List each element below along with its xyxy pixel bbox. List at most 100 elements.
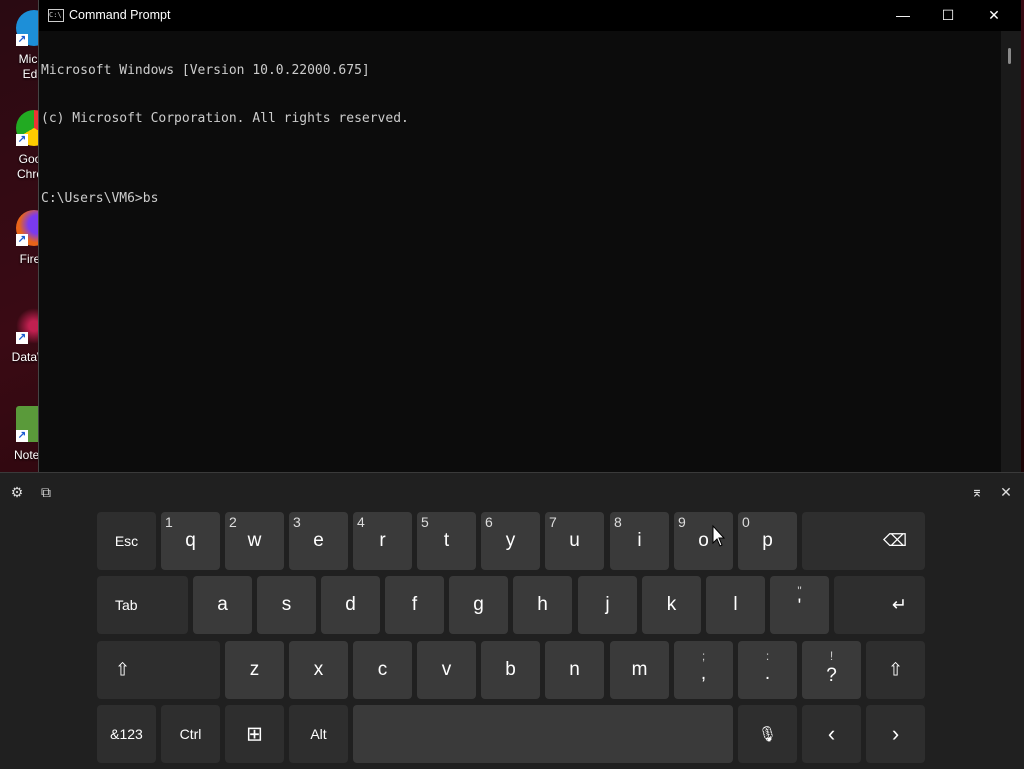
key-r[interactable]: 4r [353,512,412,570]
key-backspace[interactable]: ⌫ [802,512,925,570]
key-g[interactable]: g [449,576,508,634]
command-prompt-window: C:\ Command Prompt — ☐ ✕ Microsoft Windo… [38,0,1021,472]
key-label: s [281,594,292,615]
key-quote[interactable]: " ' [770,576,829,634]
key-label: g [473,594,484,615]
key-e[interactable]: 3e [289,512,348,570]
vertical-scrollbar[interactable] [1001,31,1021,472]
key-s[interactable]: s [257,576,316,634]
key-shift-right[interactable]: ⇧ [866,641,925,699]
title-bar[interactable]: C:\ Command Prompt — ☐ ✕ [39,0,1021,31]
key-label: d [345,594,356,615]
keyboard-close-icon[interactable]: ✕ [995,481,1017,503]
key-label: q [185,530,196,551]
key-num: 6 [485,514,493,530]
minimize-button[interactable]: — [880,0,926,31]
key-shift-left[interactable]: ⇧ [97,641,220,699]
key-arrow-left[interactable]: ‹ [802,705,861,763]
key-num: 1 [165,514,173,530]
key-n[interactable]: n [545,641,604,699]
key-label: a [217,594,228,615]
key-label: r [379,530,386,551]
key-f[interactable]: f [385,576,444,634]
key-ctrl[interactable]: Ctrl [161,705,220,763]
maximize-button[interactable]: ☐ [925,0,971,31]
dock-icon[interactable]: ⧉ [35,481,57,503]
key-i[interactable]: 8i [610,512,669,570]
key-symbols[interactable]: &123 [97,705,156,763]
key-num: 4 [357,514,365,530]
key-label: l [733,594,738,615]
key-a[interactable]: a [193,576,252,634]
shortcut-arrow-icon: ↗ [16,234,28,246]
key-y[interactable]: 6y [481,512,540,570]
key-enter[interactable]: ↵ [834,576,925,634]
key-alt[interactable]: Alt [289,705,348,763]
key-l[interactable]: l [706,576,765,634]
shift-icon: ⇧ [115,659,131,680]
key-label: z [249,659,260,680]
key-t[interactable]: 5t [417,512,476,570]
enter-icon: ↵ [891,594,907,615]
key-u[interactable]: 7u [545,512,604,570]
key-num: 2 [229,514,237,530]
key-arrow-right[interactable]: › [866,705,925,763]
key-label: ? [826,665,837,686]
scrollbar-thumb[interactable] [1008,48,1011,64]
key-windows[interactable]: ⊞ [225,705,284,763]
key-esc[interactable]: Esc [97,512,156,570]
microphone-icon: 🎙 [757,726,778,743]
mouse-cursor-icon [712,524,726,547]
key-num: 8 [614,514,622,530]
pin-icon[interactable]: ⌆ [966,481,988,503]
key-microphone[interactable]: 🎙 [738,705,797,763]
key-v[interactable]: v [417,641,476,699]
key-label: f [411,594,418,615]
shortcut-arrow-icon: ↗ [16,332,28,344]
shortcut-arrow-icon: ↗ [16,430,28,442]
key-label: Ctrl [179,726,202,742]
key-label: c [377,659,388,680]
chevron-left-icon: ‹ [827,721,836,746]
console-output[interactable]: Microsoft Windows [Version 10.0.22000.67… [41,31,1001,239]
cmd-icon: C:\ [48,9,64,22]
key-shift-label: : [765,649,770,663]
shortcut-arrow-icon: ↗ [16,34,28,46]
key-tab[interactable]: Tab [97,576,188,634]
key-x[interactable]: x [289,641,348,699]
key-q[interactable]: 1q [161,512,220,570]
key-period[interactable]: : . [738,641,797,699]
close-button[interactable]: ✕ [971,0,1017,31]
key-comma[interactable]: ; , [674,641,733,699]
key-label: p [762,530,773,551]
key-label: u [569,530,580,551]
key-label: , [700,663,707,684]
key-label: n [569,659,580,680]
key-label: . [764,663,771,684]
key-label: ' [797,596,802,617]
key-num: 5 [421,514,429,530]
console-line: Microsoft Windows [Version 10.0.22000.67… [41,63,370,78]
chevron-right-icon: › [891,721,900,746]
key-b[interactable]: b [481,641,540,699]
key-d[interactable]: d [321,576,380,634]
key-question[interactable]: ! ? [802,641,861,699]
key-j[interactable]: j [578,576,637,634]
console-line: (c) Microsoft Corporation. All rights re… [41,111,409,126]
key-label: &123 [110,726,143,742]
key-label: h [537,594,548,615]
key-c[interactable]: c [353,641,412,699]
key-w[interactable]: 2w [225,512,284,570]
key-m[interactable]: m [610,641,669,699]
key-label: Alt [310,726,327,742]
key-z[interactable]: z [225,641,284,699]
backspace-icon: ⌫ [882,531,907,550]
key-label: t [443,530,450,551]
key-k[interactable]: k [642,576,701,634]
key-label: j [605,594,610,615]
key-h[interactable]: h [513,576,572,634]
key-label: v [441,659,452,680]
key-space[interactable] [353,705,733,763]
settings-icon[interactable]: ⚙ [6,481,28,503]
key-p[interactable]: 0p [738,512,797,570]
